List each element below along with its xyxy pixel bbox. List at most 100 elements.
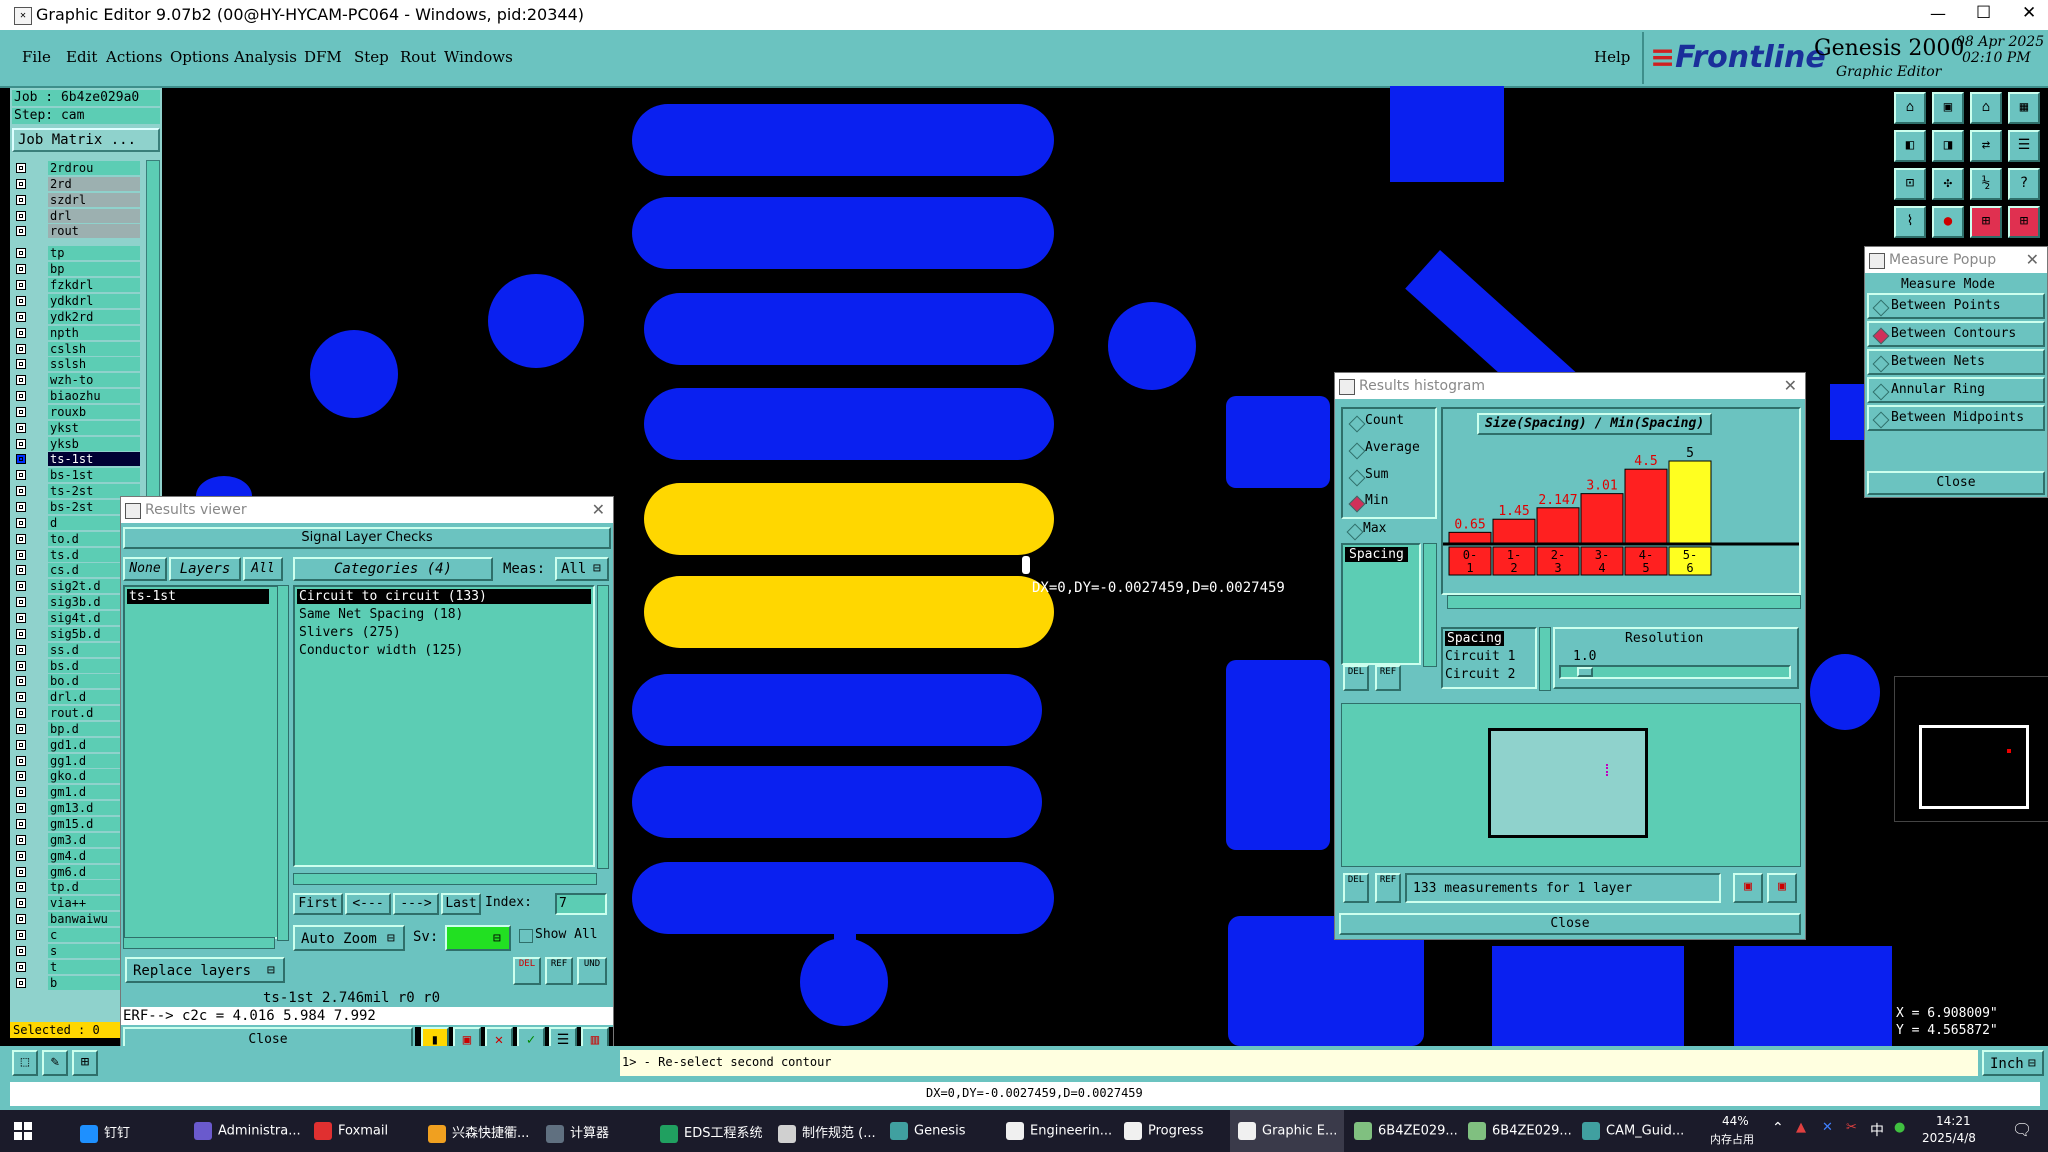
edit-icon[interactable]: ✎ xyxy=(42,1050,68,1076)
layer-row[interactable]: gm4.d xyxy=(10,848,140,864)
layer-checkbox[interactable] xyxy=(16,470,26,481)
layer-row[interactable]: sig5b.d xyxy=(10,626,140,642)
layer-row[interactable]: npth xyxy=(10,325,140,341)
layer-result-hscrollbar[interactable] xyxy=(123,937,275,949)
layer-row[interactable]: ts-1st xyxy=(10,451,140,467)
start-icon[interactable] xyxy=(14,1122,32,1140)
layer-row[interactable]: bp xyxy=(10,261,140,277)
layer-checkbox[interactable] xyxy=(16,771,26,782)
close-icon[interactable]: ✕ xyxy=(2026,247,2039,273)
layer-checkbox[interactable] xyxy=(16,723,26,734)
layer-name[interactable]: fzkdrl xyxy=(48,278,140,293)
taskbar-item[interactable]: 6B4ZE029... xyxy=(1354,1122,1458,1144)
opt-max[interactable]: Max xyxy=(1363,521,1386,536)
layer-checkbox[interactable] xyxy=(16,280,26,291)
notification-icon[interactable]: 🗨 xyxy=(2012,1120,2032,1139)
layer-row[interactable]: sig2t.d xyxy=(10,578,140,594)
layer-checkbox[interactable] xyxy=(16,882,26,893)
taskbar-item[interactable]: Foxmail xyxy=(314,1122,388,1144)
menu-step[interactable]: Step xyxy=(354,48,389,66)
layer-row[interactable]: ts.d xyxy=(10,547,140,563)
layer-row[interactable]: to.d xyxy=(10,531,140,547)
layer-checkbox[interactable] xyxy=(16,311,26,322)
export-icon[interactable]: ▣ xyxy=(1733,873,1763,903)
layer-checkbox[interactable] xyxy=(16,454,26,465)
layer-name[interactable]: wzh-to xyxy=(48,373,140,388)
taskbar-item[interactable]: Genesis xyxy=(890,1122,965,1144)
layer-row[interactable]: szdrl xyxy=(10,192,140,208)
clock-date[interactable]: 2025/4/8 xyxy=(1922,1131,1976,1145)
category-item[interactable]: Slivers (275) xyxy=(299,625,401,640)
menu-actions[interactable]: Actions xyxy=(106,48,162,66)
meas-dropdown[interactable]: All ⊟ xyxy=(555,557,609,581)
layer-checkbox[interactable] xyxy=(16,438,26,449)
layer-row[interactable]: bs-1st xyxy=(10,467,140,483)
center-icon[interactable]: ✣ xyxy=(1932,168,1964,200)
layer-row[interactable]: gm6.d xyxy=(10,864,140,880)
layer-row[interactable]: banwaiwu xyxy=(10,911,140,927)
layer-checkbox[interactable] xyxy=(16,755,26,766)
category-item[interactable]: Circuit to circuit (133) xyxy=(297,589,591,604)
zoom-next-icon[interactable]: ◨ xyxy=(1932,130,1964,162)
sub-list[interactable]: Spacing Circuit 1 Circuit 2 xyxy=(1441,627,1537,689)
histogram-list-scrollbar[interactable] xyxy=(1423,543,1437,667)
layer-checkbox[interactable] xyxy=(16,406,26,417)
layer-row[interactable]: drl xyxy=(10,208,140,224)
taskbar-item[interactable]: CAM_Guid... xyxy=(1582,1122,1684,1144)
layer-name[interactable]: rout xyxy=(48,224,140,239)
units-dropdown[interactable]: Inch ⊟ xyxy=(1982,1050,2044,1076)
job-matrix-button[interactable]: Job Matrix ... xyxy=(12,128,160,152)
list-icon[interactable]: ☰ xyxy=(2008,130,2040,162)
layer-row[interactable]: rouxb xyxy=(10,404,140,420)
layer-checkbox[interactable] xyxy=(16,178,26,189)
layer-checkbox[interactable] xyxy=(16,612,26,623)
mini-map[interactable] xyxy=(1894,676,2048,822)
close-icon[interactable]: ✕ xyxy=(592,497,605,523)
menu-help[interactable]: Help xyxy=(1594,48,1630,66)
layer-row[interactable]: rout xyxy=(10,223,140,239)
taskbar-item[interactable]: 兴森快捷衢... xyxy=(428,1122,529,1144)
report-icon[interactable]: ▣ xyxy=(1767,873,1797,903)
radio-indicator[interactable] xyxy=(1348,415,1366,433)
category-list[interactable]: Circuit to circuit (133) Same Net Spacin… xyxy=(293,585,595,867)
layer-checkbox[interactable] xyxy=(16,210,26,221)
layer-checkbox[interactable] xyxy=(16,898,26,909)
layer-checkbox[interactable] xyxy=(16,660,26,671)
tray-app-icon[interactable]: ✂ xyxy=(1846,1120,1857,1135)
measure-close-button[interactable]: Close xyxy=(1867,471,2045,495)
grid-icon[interactable]: ▦ xyxy=(2008,92,2040,124)
layer-row[interactable]: t xyxy=(10,959,140,975)
last-button[interactable]: Last xyxy=(441,893,481,915)
layer-checkbox[interactable] xyxy=(16,708,26,719)
layer-row[interactable]: bs.d xyxy=(10,658,140,674)
layer-checkbox[interactable] xyxy=(16,581,26,592)
layer-row[interactable]: drl.d xyxy=(10,689,140,705)
layer-checkbox[interactable] xyxy=(16,866,26,877)
scale-icon[interactable]: ½ xyxy=(1970,168,2002,200)
opt-average[interactable]: Average xyxy=(1365,440,1420,455)
measure-icon[interactable]: ● xyxy=(1932,206,1964,238)
taskbar-item[interactable]: 制作规范 (... xyxy=(778,1122,876,1144)
layer-checkbox[interactable] xyxy=(16,565,26,576)
layer-row[interactable]: bp.d xyxy=(10,721,140,737)
layer-checkbox[interactable] xyxy=(16,391,26,402)
opt-min[interactable]: Min xyxy=(1365,493,1388,508)
menu-edit[interactable]: Edit xyxy=(66,48,97,66)
layer-checkbox[interactable] xyxy=(16,226,26,237)
clock-time[interactable]: 14:21 xyxy=(1936,1114,1971,1128)
layer-row[interactable]: ss.d xyxy=(10,642,140,658)
tray-app-icon[interactable]: ▲ xyxy=(1796,1120,1806,1135)
menu-options[interactable]: Options xyxy=(170,48,229,66)
layer-checkbox[interactable] xyxy=(16,834,26,845)
layer-checkbox[interactable] xyxy=(16,676,26,687)
tray-chevron-icon[interactable]: ⌃ xyxy=(1772,1120,1784,1136)
layer-checkbox[interactable] xyxy=(16,850,26,861)
layer-name[interactable]: 2rdrou xyxy=(48,161,140,175)
resolution-slider[interactable] xyxy=(1559,665,1791,679)
layer-name[interactable]: ydkdrl xyxy=(48,293,140,308)
layer-name[interactable]: bp xyxy=(48,262,140,277)
index-input[interactable]: 7 xyxy=(555,893,607,915)
layer-checkbox[interactable] xyxy=(16,502,26,512)
layer-name[interactable]: yksb xyxy=(48,436,140,451)
measure-active-icon[interactable]: ⊞ xyxy=(1970,206,2002,238)
